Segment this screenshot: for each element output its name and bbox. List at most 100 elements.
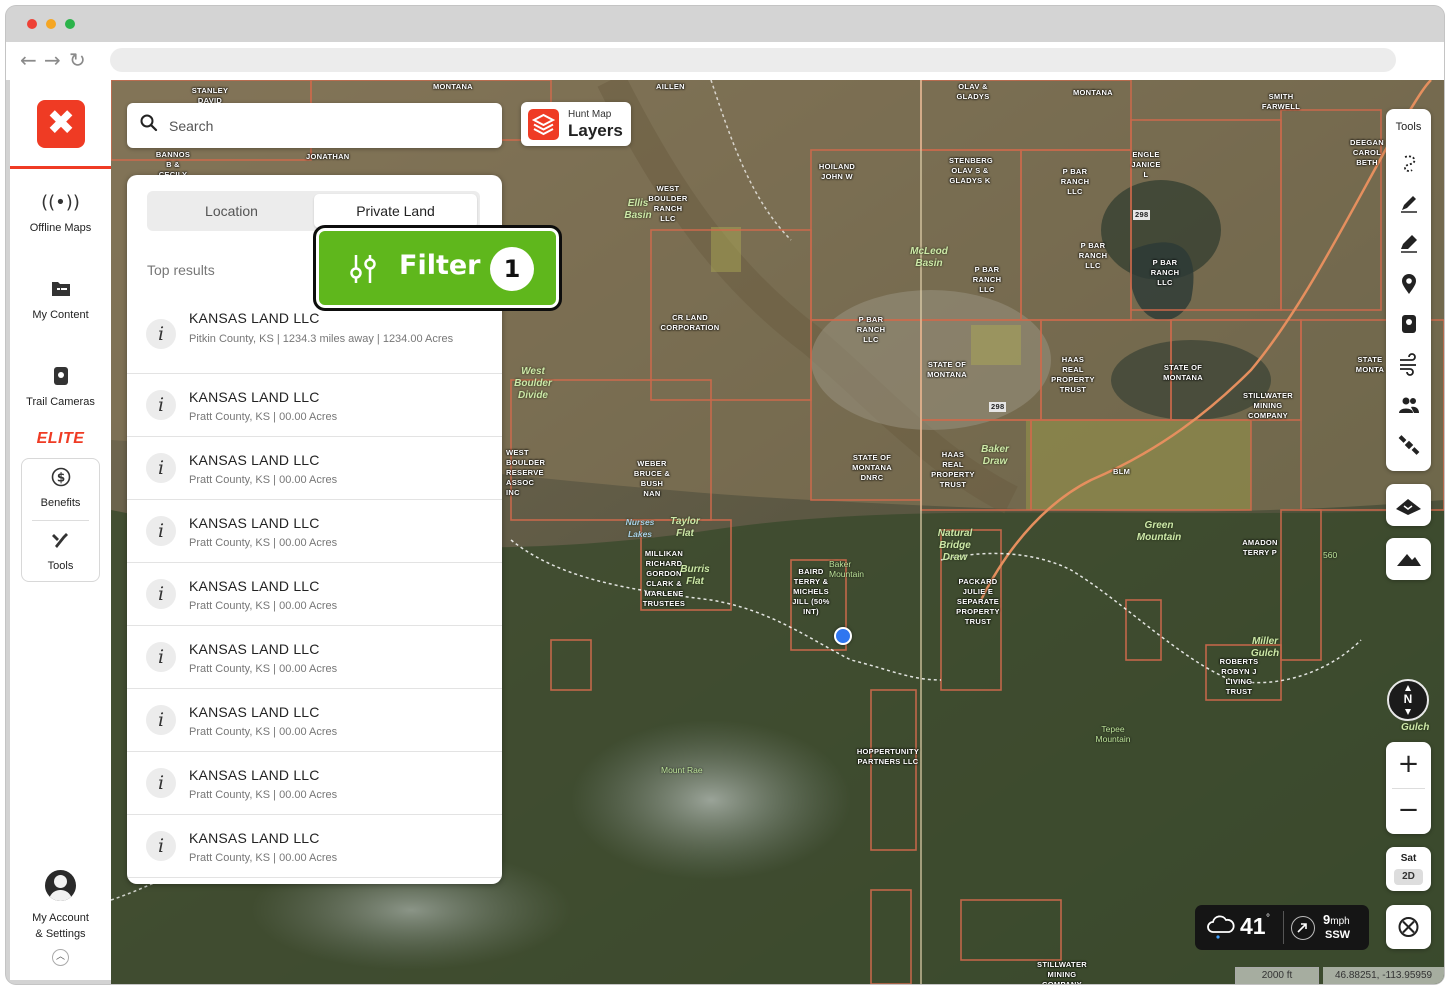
list-item[interactable]: i KANSAS LAND LLC Pratt County, KS | 00.… bbox=[127, 374, 502, 437]
basemap-label: Sat bbox=[1400, 853, 1417, 864]
address-bar[interactable] bbox=[110, 48, 1396, 72]
weather-widget[interactable]: 41 ° 9mph SSW bbox=[1195, 905, 1369, 950]
list-item[interactable]: i KANSAS LAND LLC Pratt County, KS | 00.… bbox=[127, 815, 502, 878]
result-subtitle: Pratt County, KS | 00.00 Acres bbox=[189, 852, 338, 864]
search-input[interactable]: Search bbox=[169, 118, 213, 134]
map-label: WEBER BRUCE & BUSH NAN bbox=[633, 459, 671, 498]
crosshair-icon bbox=[1398, 917, 1419, 937]
info-icon[interactable]: i bbox=[146, 516, 176, 546]
avatar[interactable] bbox=[45, 870, 76, 901]
zoom-out-button[interactable]: − bbox=[1386, 788, 1431, 834]
place-label: Gulch bbox=[1401, 722, 1430, 733]
map-label: STILLWATER MINING COMPANY bbox=[1037, 960, 1087, 984]
zoom-in-button[interactable]: + bbox=[1386, 742, 1431, 788]
peak-label: Tepee Mountain bbox=[1095, 724, 1131, 744]
map-label: AMADON TERRY P bbox=[1242, 538, 1278, 557]
browser-toolbar: ← → ↻ bbox=[6, 42, 1444, 80]
sidebar-item-label: Trail Cameras bbox=[26, 396, 95, 408]
result-subtitle: Pratt County, KS | 00.00 Acres bbox=[189, 474, 338, 486]
pencil-icon[interactable] bbox=[1397, 191, 1421, 215]
info-icon[interactable]: i bbox=[146, 579, 176, 609]
terrain-3d-button[interactable] bbox=[1386, 484, 1431, 526]
map-label: BLM bbox=[1113, 467, 1131, 476]
result-title: KANSAS LAND LLC bbox=[189, 578, 320, 594]
wind-direction-icon bbox=[1291, 916, 1315, 940]
map-label: STATE OF MONTANA bbox=[927, 360, 967, 379]
result-title: KANSAS LAND LLC bbox=[189, 767, 320, 783]
lasso-icon[interactable] bbox=[1397, 152, 1421, 176]
info-icon[interactable]: i bbox=[146, 390, 176, 420]
map-label: P BAR RANCH LLC bbox=[1078, 241, 1108, 270]
chevron-up-icon[interactable]: ︿ bbox=[52, 949, 69, 966]
compass-button[interactable]: N bbox=[1387, 679, 1429, 721]
basemap-toggle[interactable]: Sat 2D bbox=[1386, 847, 1431, 891]
map-canvas[interactable]: STANLEY DAVID MONTANA AILLEN OLAV & GLAD… bbox=[111, 80, 1444, 984]
degree-symbol: ° bbox=[1266, 913, 1270, 924]
info-icon[interactable]: i bbox=[146, 705, 176, 735]
marker-pen-icon[interactable] bbox=[1397, 231, 1421, 255]
mountain-view-button[interactable] bbox=[1386, 538, 1431, 580]
map-label: JONATHAN bbox=[306, 152, 350, 161]
search-bar[interactable]: Search bbox=[127, 103, 502, 148]
tab-location[interactable]: Location bbox=[150, 194, 313, 228]
sidebar-item-my-content[interactable]: My Content bbox=[10, 279, 111, 321]
wind-icon[interactable] bbox=[1397, 352, 1421, 376]
result-subtitle: Pitkin County, KS | 1234.3 miles away | … bbox=[189, 333, 454, 345]
info-icon[interactable]: i bbox=[146, 642, 176, 672]
map-label: P BAR RANCH LLC bbox=[1150, 258, 1180, 287]
map-label: STENBERG OLAV S & GLADYS K bbox=[949, 156, 994, 185]
layers-button[interactable]: Hunt Map Layers bbox=[521, 102, 631, 146]
group-icon[interactable] bbox=[1397, 393, 1421, 417]
filter-count-badge: 1 bbox=[490, 247, 534, 291]
place-label: Green Mountain bbox=[1136, 520, 1182, 543]
map-label: MONTANA bbox=[1073, 88, 1113, 97]
minimize-window-button[interactable] bbox=[46, 19, 56, 29]
maximize-window-button[interactable] bbox=[65, 19, 75, 29]
place-label: Baker Draw bbox=[981, 444, 1009, 467]
list-item[interactable]: i KANSAS LAND LLC Pratt County, KS | 00.… bbox=[127, 563, 502, 626]
logo-underline bbox=[10, 166, 111, 169]
search-icon bbox=[140, 114, 158, 132]
map-label: P BAR RANCH LLC bbox=[1060, 167, 1090, 196]
sidebar-item-tools[interactable]: Tools bbox=[10, 530, 111, 572]
app-logo-icon[interactable]: ✖ bbox=[37, 100, 85, 148]
list-item[interactable]: i KANSAS LAND LLC Pratt County, KS | 00.… bbox=[127, 500, 502, 563]
list-item[interactable]: i KANSAS LAND LLC Pratt County, KS | 00.… bbox=[127, 689, 502, 752]
info-icon[interactable]: i bbox=[146, 319, 176, 349]
sidebar-item-label: My Content bbox=[32, 309, 89, 321]
sidebar-item-benefits[interactable]: $ Benefits bbox=[10, 467, 111, 509]
info-icon[interactable]: i bbox=[146, 831, 176, 861]
recenter-button[interactable] bbox=[1386, 905, 1431, 949]
avatar-head bbox=[54, 875, 67, 888]
info-icon[interactable]: i bbox=[146, 453, 176, 483]
list-item[interactable]: i KANSAS LAND LLC Pratt County, KS | 00.… bbox=[127, 437, 502, 500]
sidebar-item-trail-cameras[interactable]: Trail Cameras bbox=[10, 366, 111, 408]
place-label: Taylor Flat bbox=[670, 516, 700, 539]
map-label: MONTANA bbox=[433, 82, 473, 91]
result-subtitle: Pratt County, KS | 00.00 Acres bbox=[189, 663, 338, 675]
place-label: Nurses Lakes bbox=[625, 517, 655, 539]
location-pin-icon[interactable] bbox=[1397, 272, 1421, 296]
tab-private-land[interactable]: Private Land bbox=[314, 194, 477, 228]
sidebar-item-offline-maps[interactable]: ((•)) Offline Maps bbox=[10, 192, 111, 234]
satellite-icon[interactable] bbox=[1397, 433, 1421, 457]
info-icon[interactable]: i bbox=[146, 768, 176, 798]
cloud-rain-icon bbox=[1207, 915, 1235, 939]
user-location-marker[interactable] bbox=[834, 627, 852, 645]
forward-arrow-icon[interactable]: → bbox=[44, 48, 61, 72]
filter-button[interactable]: Filter 1 bbox=[313, 225, 562, 311]
back-arrow-icon[interactable]: ← bbox=[20, 48, 37, 72]
compass-needle-icon bbox=[1405, 685, 1411, 715]
sidebar-item-account[interactable]: My Account & Settings bbox=[10, 910, 111, 942]
layers-icon bbox=[528, 109, 559, 140]
map-label: WEST BOULDER RESERVE ASSOC INC bbox=[506, 448, 546, 497]
reload-icon[interactable]: ↻ bbox=[69, 48, 86, 72]
sidebar-item-label: Tools bbox=[47, 560, 74, 572]
place-label: West Boulder Divide bbox=[514, 366, 552, 401]
list-item[interactable]: i KANSAS LAND LLC Pratt County, KS | 00.… bbox=[127, 626, 502, 689]
trail-camera-icon[interactable] bbox=[1397, 312, 1421, 336]
view-mode-badge[interactable]: 2D bbox=[1394, 869, 1423, 885]
close-window-button[interactable] bbox=[27, 19, 37, 29]
app-sidebar: ✖ ((•)) Offline Maps My Content Trail Ca… bbox=[10, 80, 111, 980]
list-item[interactable]: i KANSAS LAND LLC Pratt County, KS | 00.… bbox=[127, 752, 502, 815]
